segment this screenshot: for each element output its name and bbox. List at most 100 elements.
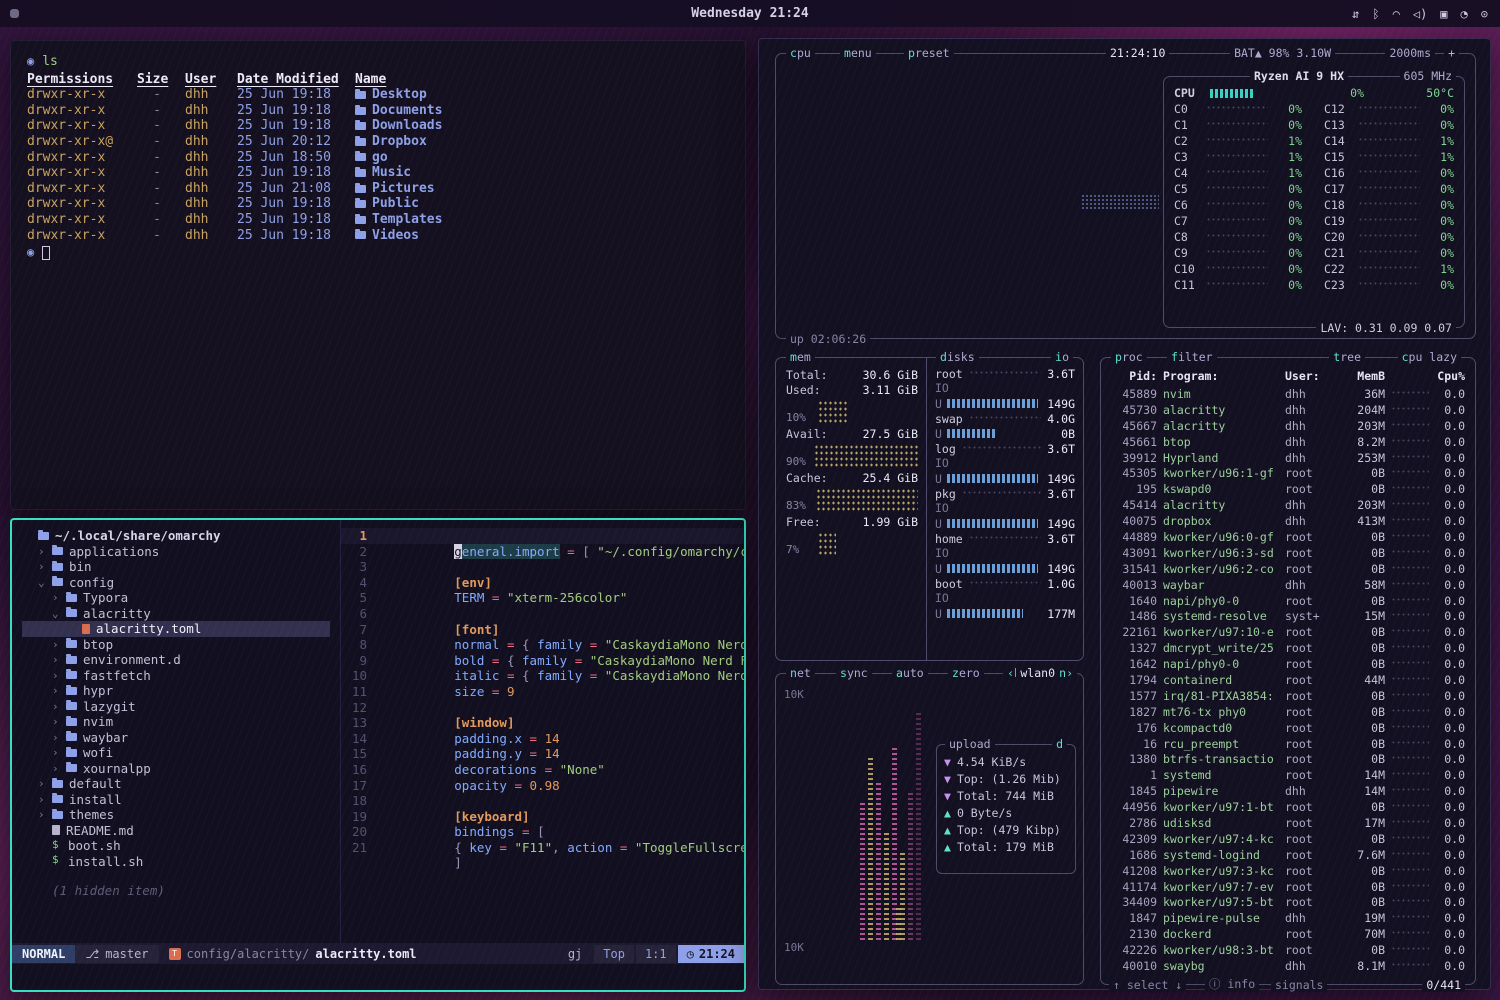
line-number: 7 <box>341 622 367 638</box>
file-type-icon <box>52 563 63 571</box>
process-row[interactable]: 22161 kworker/u97:10-e root 0B 0.0 <box>1111 624 1465 640</box>
wifi-icon[interactable]: ◠ <box>1393 7 1400 21</box>
process-row[interactable]: 2786 udisksd root 17M 0.0 <box>1111 815 1465 831</box>
tab-proc[interactable]: proc <box>1111 350 1147 364</box>
process-row[interactable]: 42226 kworker/u98:3-bt root 0B 0.0 <box>1111 942 1465 958</box>
process-row[interactable]: 1577 irq/81-PIXA3854: root 0B 0.0 <box>1111 688 1465 704</box>
tree-item[interactable]: › applications <box>22 544 340 560</box>
process-row[interactable]: 1327 dmcrypt_write/25 root 0B 0.0 <box>1111 640 1465 656</box>
tree-item[interactable]: boot.sh <box>22 838 340 854</box>
btop-window[interactable]: cpu menu preset 21:24:10 BAT▲ 98% 3.10W … <box>758 38 1491 990</box>
updates-icon[interactable]: ⇵ <box>1352 7 1359 21</box>
tree-item[interactable]: (1 hidden item) <box>22 883 340 899</box>
process-row[interactable]: 1845 pipewire dhh 14M 0.0 <box>1111 783 1465 799</box>
tree-item[interactable]: › fastfetch <box>22 668 340 684</box>
prompt-line[interactable]: ◉ <box>27 245 729 261</box>
tree-item[interactable]: ⌄ alacritty <box>22 606 340 622</box>
process-row[interactable]: 1847 pipewire-pulse dhh 19M 0.0 <box>1111 910 1465 926</box>
process-row[interactable]: 40010 swaybg dhh 8.1M 0.0 <box>1111 958 1465 974</box>
process-row[interactable]: 41174 kworker/u97:7-ev root 0B 0.0 <box>1111 879 1465 895</box>
process-row[interactable]: 34409 kworker/u97:5-bt root 0B 0.0 <box>1111 895 1465 911</box>
info-button[interactable]: ⓘ info <box>1205 976 1259 992</box>
process-row[interactable]: 1642 napi/phy0-0 root 0B 0.0 <box>1111 656 1465 672</box>
process-row[interactable]: 45667 alacritty dhh 203M 0.0 <box>1111 418 1465 434</box>
process-row[interactable]: 40013 waybar dhh 58M 0.0 <box>1111 577 1465 593</box>
process-row[interactable]: 195 kswapd0 root 0B 0.0 <box>1111 481 1465 497</box>
tab-preset[interactable]: preset <box>904 46 954 60</box>
process-row[interactable]: 45730 alacritty dhh 204M 0.0 <box>1111 402 1465 418</box>
process-row[interactable]: 1 systemd root 14M 0.0 <box>1111 767 1465 783</box>
process-row[interactable]: 1640 napi/phy0-0 root 0B 0.0 <box>1111 593 1465 609</box>
tab-cpu-lazy[interactable]: cpu lazy <box>1398 350 1461 364</box>
process-row[interactable]: 43091 kworker/u96:3-sd root 0B 0.0 <box>1111 545 1465 561</box>
display-icon[interactable]: ▣ <box>1440 7 1447 21</box>
mem-stats: Used: 3.11 GiB 10% Avail: 27.5 GiB <box>786 383 918 556</box>
user-icon[interactable]: ◔ <box>1461 7 1468 21</box>
file-name: alacritty.toml <box>315 947 416 961</box>
direction-arrow-icon: ▼ <box>944 755 951 769</box>
process-row[interactable]: 45305 kworker/u96:1-gf root 0B 0.0 <box>1111 465 1465 481</box>
tree-item[interactable]: › btop <box>22 637 340 653</box>
process-row[interactable]: 1794 containerd root 44M 0.0 <box>1111 672 1465 688</box>
process-row[interactable]: 40075 dropbox dhh 413M 0.0 <box>1111 513 1465 529</box>
refresh-interval[interactable]: 2000ms <box>1385 46 1435 60</box>
process-row[interactable]: 176 kcompactd0 root 0B 0.0 <box>1111 720 1465 736</box>
bluetooth-icon[interactable]: ᛒ <box>1372 7 1379 21</box>
iface-next-key[interactable]: n› <box>1055 666 1077 680</box>
process-row[interactable]: 44889 kworker/u96:0-gf root 0B 0.0 <box>1111 529 1465 545</box>
editor-window-nvim[interactable]: ~/.local/share/omarchy › applications › … <box>10 518 746 992</box>
select-keys-hint[interactable]: ↑ select ↓ <box>1109 978 1186 992</box>
process-row[interactable]: 41208 kworker/u97:3-kc root 0B 0.0 <box>1111 863 1465 879</box>
volume-icon[interactable]: ◁) <box>1413 7 1427 21</box>
net-panel-key[interactable]: d <box>1052 737 1067 751</box>
process-row[interactable]: 1486 systemd-resolve syst+ 15M 0.0 <box>1111 608 1465 624</box>
process-row[interactable]: 1686 systemd-logind root 7.6M 0.0 <box>1111 847 1465 863</box>
process-row[interactable]: 1827 mt76-tx phy0 root 0B 0.0 <box>1111 704 1465 720</box>
process-row[interactable]: 16 rcu_preempt root 0B 0.0 <box>1111 736 1465 752</box>
tree-item[interactable]: › lazygit <box>22 699 340 715</box>
tree-item[interactable]: › xournalpp <box>22 761 340 777</box>
tree-item[interactable]: › hypr <box>22 683 340 699</box>
process-row[interactable]: 2130 dockerd root 70M 0.0 <box>1111 926 1465 942</box>
tree-item[interactable]: ⌄ config <box>22 575 340 591</box>
tree-item[interactable]: › environment.d <box>22 652 340 668</box>
tree-item[interactable]: › install <box>22 792 340 808</box>
process-row[interactable]: 31541 kworker/u96:2-co root 0B 0.0 <box>1111 561 1465 577</box>
tree-item[interactable]: › waybar <box>22 730 340 746</box>
tree-item[interactable]: ~/.local/share/omarchy <box>22 528 340 544</box>
tree-item[interactable]: › themes <box>22 807 340 823</box>
tab-filter[interactable]: filter <box>1167 350 1217 364</box>
network-interface: wlan0 <box>1016 666 1059 680</box>
process-row[interactable]: 1380 btrfs-transactio root 0B 0.0 <box>1111 751 1465 767</box>
signals-button[interactable]: signals <box>1271 978 1327 992</box>
tab-tree[interactable]: tree <box>1329 350 1365 364</box>
tab-menu[interactable]: menu <box>840 46 876 60</box>
process-row[interactable]: 44956 kworker/u97:1-bt root 0B 0.0 <box>1111 799 1465 815</box>
tree-item[interactable]: install.sh <box>22 854 340 870</box>
process-row[interactable]: 45661 btop dhh 8.2M 0.0 <box>1111 434 1465 450</box>
tree-item[interactable]: › Typora <box>22 590 340 606</box>
tab-net[interactable]: net <box>786 666 815 680</box>
process-row[interactable]: 39912 Hyprland dhh 253M 0.0 <box>1111 450 1465 466</box>
process-row[interactable]: 45889 nvim dhh 36M 0.0 <box>1111 386 1465 402</box>
net-zero-button[interactable]: zero <box>948 666 984 680</box>
process-row[interactable]: 45414 alacritty dhh 203M 0.0 <box>1111 497 1465 513</box>
line-number: 5 <box>341 590 367 606</box>
process-row[interactable]: 42309 kworker/u97:4-kc root 0B 0.0 <box>1111 831 1465 847</box>
net-auto-button[interactable]: auto <box>892 666 928 680</box>
interval-plus-button[interactable]: + <box>1444 46 1459 60</box>
command-text: ls <box>42 54 58 70</box>
tree-item[interactable]: › default <box>22 776 340 792</box>
tree-item[interactable]: alacritty.toml <box>22 621 330 637</box>
power-icon[interactable]: ⊙ <box>1481 7 1488 21</box>
proc-header-row[interactable]: Pid: Program: User: MemB Cpu% <box>1111 368 1465 384</box>
git-branch[interactable]: ⎇ master <box>75 945 158 963</box>
cpu-core-panel: Ryzen AI 9 HX 605 MHz CPU 0% 50°C C0 0% … <box>1163 76 1465 328</box>
tree-item[interactable]: README.md <box>22 823 340 839</box>
tree-item[interactable]: › nvim <box>22 714 340 730</box>
tree-item[interactable]: › bin <box>22 559 340 575</box>
tree-item[interactable]: › wofi <box>22 745 340 761</box>
terminal-window-ls[interactable]: ◉ ls Permissions Size User Date Modified… <box>10 40 746 510</box>
tab-cpu[interactable]: cpu <box>786 46 815 60</box>
net-sync-button[interactable]: sync <box>836 666 872 680</box>
